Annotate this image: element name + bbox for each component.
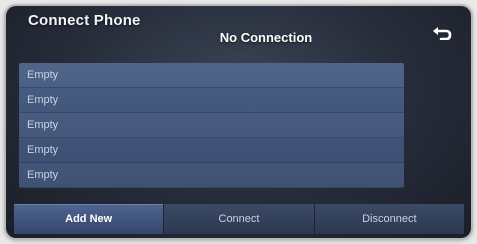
action-bar: Add New Connect Disconnect [14, 204, 464, 234]
add-new-button[interactable]: Add New [14, 204, 165, 234]
device-slot-label: Empty [27, 119, 59, 131]
connect-phone-screen: Connect Phone No Connection Empty Empty … [6, 6, 471, 238]
device-slot-1[interactable]: Empty [19, 63, 404, 88]
paired-device-list: Empty Empty Empty Empty Empty [19, 63, 404, 188]
back-arrow-icon [433, 27, 452, 40]
device-slot-label: Empty [27, 169, 59, 181]
device-slot-label: Empty [27, 144, 59, 156]
disconnect-button[interactable]: Disconnect [314, 204, 464, 234]
back-button[interactable] [428, 22, 456, 44]
device-slot-label: Empty [27, 94, 59, 106]
device-slot-3[interactable]: Empty [19, 113, 404, 138]
device-slot-5[interactable]: Empty [19, 163, 404, 188]
connection-status: No Connection [219, 30, 313, 45]
device-slot-label: Empty [27, 69, 59, 81]
screen-title: Connect Phone [28, 12, 141, 29]
device-slot-4[interactable]: Empty [19, 138, 404, 163]
device-slot-2[interactable]: Empty [19, 88, 404, 113]
connect-button[interactable]: Connect [164, 204, 315, 234]
